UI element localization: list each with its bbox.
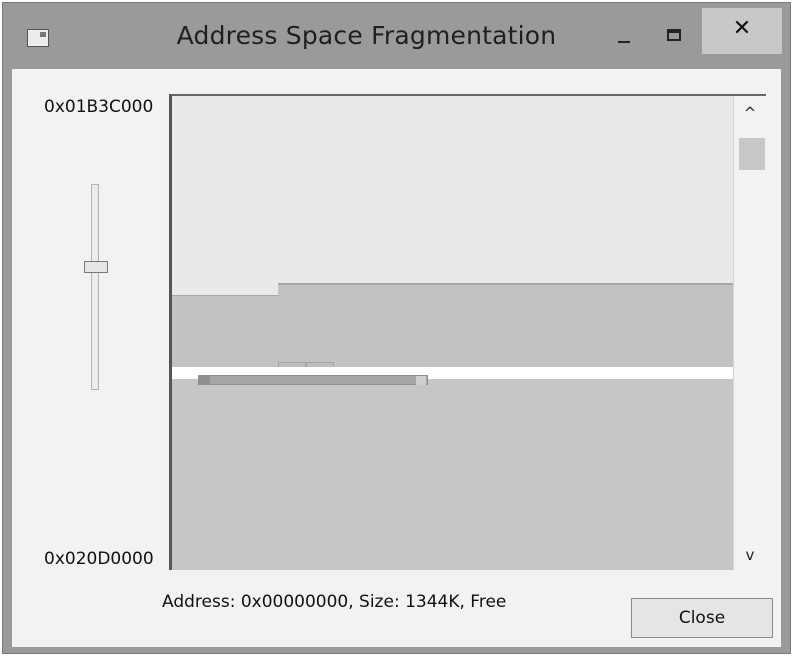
memory-region-canvas[interactable] xyxy=(172,96,733,570)
top-address-label: 0x01B3C000 xyxy=(44,97,154,117)
address-space-map[interactable]: ^ v xyxy=(169,94,766,570)
memory-region-free-lower[interactable] xyxy=(172,379,733,570)
status-text: Address: 0x00000000, Size: 1344K, Free xyxy=(162,592,507,612)
chevron-up-icon: ^ xyxy=(743,104,757,122)
close-button[interactable]: Close xyxy=(631,598,773,638)
close-icon: ✕ xyxy=(732,16,752,41)
maximize-icon xyxy=(667,29,681,41)
scroll-up-button[interactable]: ^ xyxy=(734,96,766,130)
title-bar[interactable]: Address Space Fragmentation ✕ xyxy=(3,3,790,69)
bottom-address-label: 0x020D0000 xyxy=(44,549,154,569)
memory-region-reserved-top[interactable] xyxy=(278,283,733,296)
scroll-thumb[interactable] xyxy=(739,138,765,170)
minimize-icon xyxy=(618,41,630,43)
memory-region-reserved[interactable] xyxy=(172,296,733,372)
chevron-down-icon: v xyxy=(745,546,755,564)
dialog-window: Address Space Fragmentation ✕ 0x01B3C000… xyxy=(2,2,791,654)
maximize-button[interactable] xyxy=(651,11,697,51)
scroll-down-button[interactable]: v xyxy=(734,538,766,570)
memory-region-committed-end[interactable] xyxy=(416,376,426,385)
title-close-button[interactable]: ✕ xyxy=(702,8,782,54)
memory-region-committed-start[interactable] xyxy=(198,376,210,384)
minimize-button[interactable] xyxy=(601,11,647,51)
zoom-slider-thumb[interactable] xyxy=(84,261,108,273)
vertical-scrollbar[interactable]: ^ v xyxy=(733,96,766,570)
dialog-client-area: 0x01B3C000 0x020D0000 ^ v Address: 0x000… xyxy=(12,69,781,647)
memory-region-free-upper[interactable] xyxy=(172,96,733,296)
zoom-slider-track[interactable] xyxy=(91,184,99,390)
memory-region-committed[interactable] xyxy=(198,375,428,385)
